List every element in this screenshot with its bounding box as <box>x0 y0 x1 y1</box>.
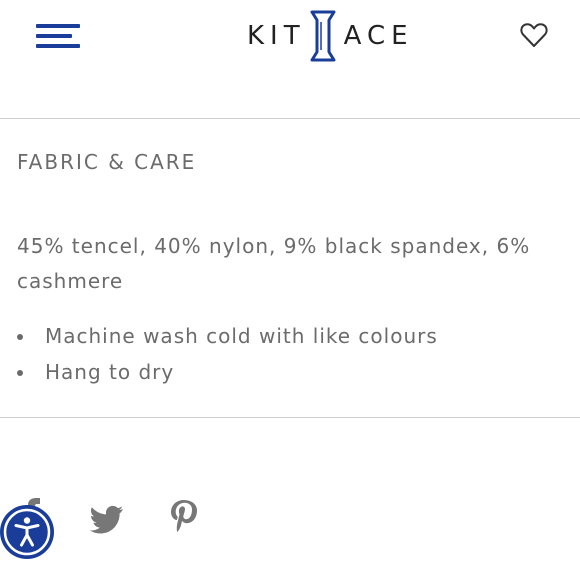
logo-mark-icon <box>310 10 336 62</box>
logo-text-left: KIT <box>247 21 306 51</box>
hamburger-menu-icon[interactable] <box>34 24 82 50</box>
list-item: Hang to dry <box>17 356 438 392</box>
fabric-composition: 45% tencel, 40% nylon, 9% black spandex,… <box>17 234 531 293</box>
heart-icon[interactable] <box>520 22 548 48</box>
bullet <box>17 370 23 376</box>
list-item: Machine wash cold with like colours <box>17 320 438 356</box>
pinterest-icon[interactable] <box>168 498 200 538</box>
site-header: KIT ACE <box>0 0 580 118</box>
section-title: FABRIC & CARE <box>17 150 197 174</box>
accessibility-button[interactable] <box>0 505 54 559</box>
divider-bottom <box>0 417 580 418</box>
twitter-icon[interactable] <box>90 498 124 538</box>
logo-text-right: ACE <box>343 21 414 51</box>
bullet <box>17 334 23 340</box>
care-item-text: Hang to dry <box>45 360 175 384</box>
divider-top <box>0 118 580 119</box>
accessibility-icon <box>3 508 51 556</box>
care-instructions-list: Machine wash cold with like colours Hang… <box>17 320 438 392</box>
care-item-text: Machine wash cold with like colours <box>45 324 438 348</box>
brand-logo[interactable]: KIT ACE <box>247 10 414 62</box>
